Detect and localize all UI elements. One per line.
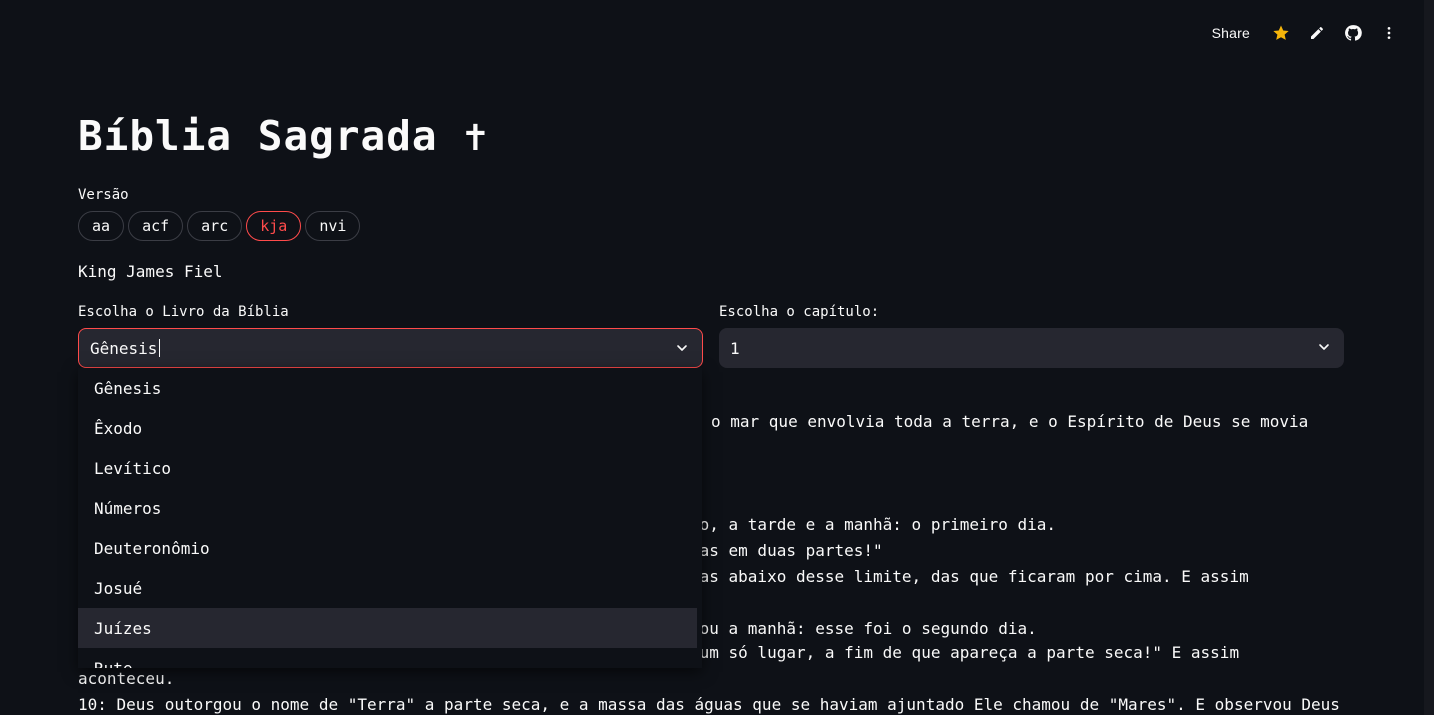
text-cursor: [159, 339, 161, 357]
verse-line: las em duas partes!": [690, 541, 883, 560]
chapter-select-value[interactable]: 1: [730, 339, 740, 358]
book-option[interactable]: Números: [78, 488, 697, 528]
version-label: Versão: [78, 187, 129, 203]
app-root: Share Bíblia Sagrada ✝ Versão aa acf arc…: [0, 0, 1434, 715]
star-icon[interactable]: [1270, 22, 1292, 44]
version-pill-nvi[interactable]: nvi: [305, 211, 361, 241]
verse-line: o mar que envolvia toda a terra, e o Esp…: [711, 412, 1309, 431]
book-select-value[interactable]: Gênesis: [90, 339, 157, 358]
chevron-down-icon[interactable]: [674, 340, 690, 360]
book-option[interactable]: Gênesis: [78, 368, 697, 408]
chapter-select-label: Escolha o capítulo:: [719, 304, 880, 320]
page-title: Bíblia Sagrada ✝: [78, 112, 489, 160]
share-button[interactable]: Share: [1212, 25, 1250, 41]
version-pill-kja[interactable]: kja: [246, 211, 302, 241]
book-option[interactable]: Deuteronômio: [78, 528, 697, 568]
pencil-icon[interactable]: [1306, 22, 1328, 44]
verse-line: num só lugar, a fim de que apareça a par…: [690, 643, 1240, 662]
top-toolbar: Share: [1212, 22, 1400, 44]
book-dropdown-menu: Gênesis Êxodo Levítico Números Deuteronô…: [78, 368, 702, 668]
scrollbar[interactable]: [1424, 0, 1434, 715]
book-select[interactable]: Gênesis: [78, 328, 703, 368]
book-select-label: Escolha o Livro da Bíblia: [78, 304, 289, 320]
verse-line: aconteceu.: [78, 669, 175, 688]
book-option[interactable]: Êxodo: [78, 408, 697, 448]
book-option-highlighted[interactable]: Juízes: [78, 608, 697, 648]
book-option[interactable]: Rute: [78, 648, 697, 669]
chevron-down-icon[interactable]: [1316, 339, 1332, 359]
verse-line: 10: Deus outorgou o nome de "Terra" a pa…: [78, 695, 1340, 714]
version-pill-arc[interactable]: arc: [187, 211, 243, 241]
version-full-name: King James Fiel: [78, 262, 223, 281]
version-pill-acf[interactable]: acf: [128, 211, 184, 241]
more-vertical-icon[interactable]: [1378, 22, 1400, 44]
chapter-select[interactable]: 1: [719, 328, 1344, 368]
verse-line: ão, a tarde e a manhã: o primeiro dia.: [690, 515, 1057, 534]
github-icon[interactable]: [1342, 22, 1364, 44]
version-pill-aa[interactable]: aa: [78, 211, 125, 241]
book-option[interactable]: Levítico: [78, 448, 697, 488]
verse-line: iou a manhã: esse foi o segundo dia.: [690, 619, 1037, 638]
version-pills: aa acf arc kja nvi: [78, 211, 361, 241]
book-option[interactable]: Josué: [78, 568, 697, 608]
verse-line: das abaixo desse limite, das que ficaram…: [690, 567, 1249, 586]
